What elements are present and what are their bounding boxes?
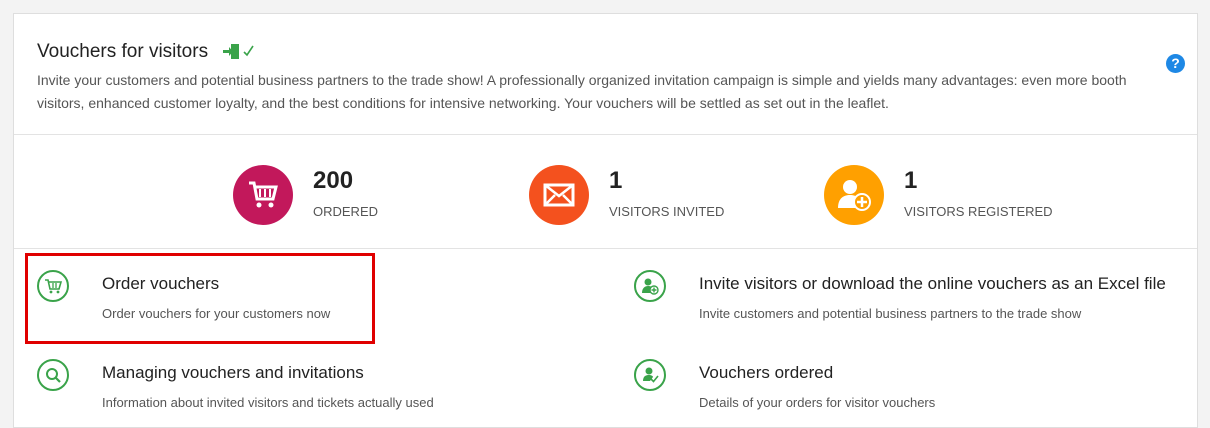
stats-row: 200 ORDERED 1 VISITORS INVITED 1 VISITOR… — [14, 135, 1197, 249]
cart-icon — [233, 165, 293, 225]
action-subtitle: Order vouchers for your customers now — [102, 306, 331, 321]
action-subtitle: Information about invited visitors and t… — [102, 395, 434, 410]
stat-label: VISITORS INVITED — [609, 204, 725, 219]
header-description: Invite your customers and potential busi… — [37, 72, 1127, 111]
action-title: Order vouchers — [102, 274, 220, 293]
stat-label: VISITORS REGISTERED — [904, 204, 1053, 219]
action-subtitle: Details of your orders for visitor vouch… — [699, 395, 936, 410]
action-invite-visitors[interactable]: Invite visitors or download the online v… — [634, 270, 1194, 330]
stat-label: ORDERED — [313, 204, 379, 219]
title-row: Vouchers for visitors — [37, 41, 256, 63]
door-check-icon — [222, 43, 256, 61]
search-icon — [37, 359, 69, 391]
envelope-icon — [529, 165, 589, 225]
action-managing-vouchers[interactable]: Managing vouchers and invitations Inform… — [37, 359, 597, 419]
action-vouchers-ordered[interactable]: Vouchers ordered Details of your orders … — [634, 359, 1194, 419]
action-title: Vouchers ordered — [699, 363, 834, 382]
vouchers-card: Vouchers for visitors Invite your custom… — [13, 13, 1198, 428]
user-add-icon — [634, 270, 666, 302]
help-icon[interactable]: ? — [1166, 54, 1185, 73]
user-add-icon — [824, 165, 884, 225]
stat-value: 200 — [313, 167, 354, 194]
action-subtitle: Invite customers and potential business … — [699, 306, 1082, 321]
cart-icon — [37, 270, 69, 302]
action-title: Invite visitors or download the online v… — [699, 274, 1166, 293]
stat-value: 1 — [609, 167, 623, 194]
stat-value: 1 — [904, 167, 918, 194]
user-check-icon — [634, 359, 666, 391]
action-title: Managing vouchers and invitations — [102, 363, 364, 382]
action-order-vouchers[interactable]: Order vouchers Order vouchers for your c… — [37, 270, 597, 330]
page-title: Vouchers for visitors — [37, 41, 209, 62]
card-header: Vouchers for visitors Invite your custom… — [14, 14, 1197, 135]
